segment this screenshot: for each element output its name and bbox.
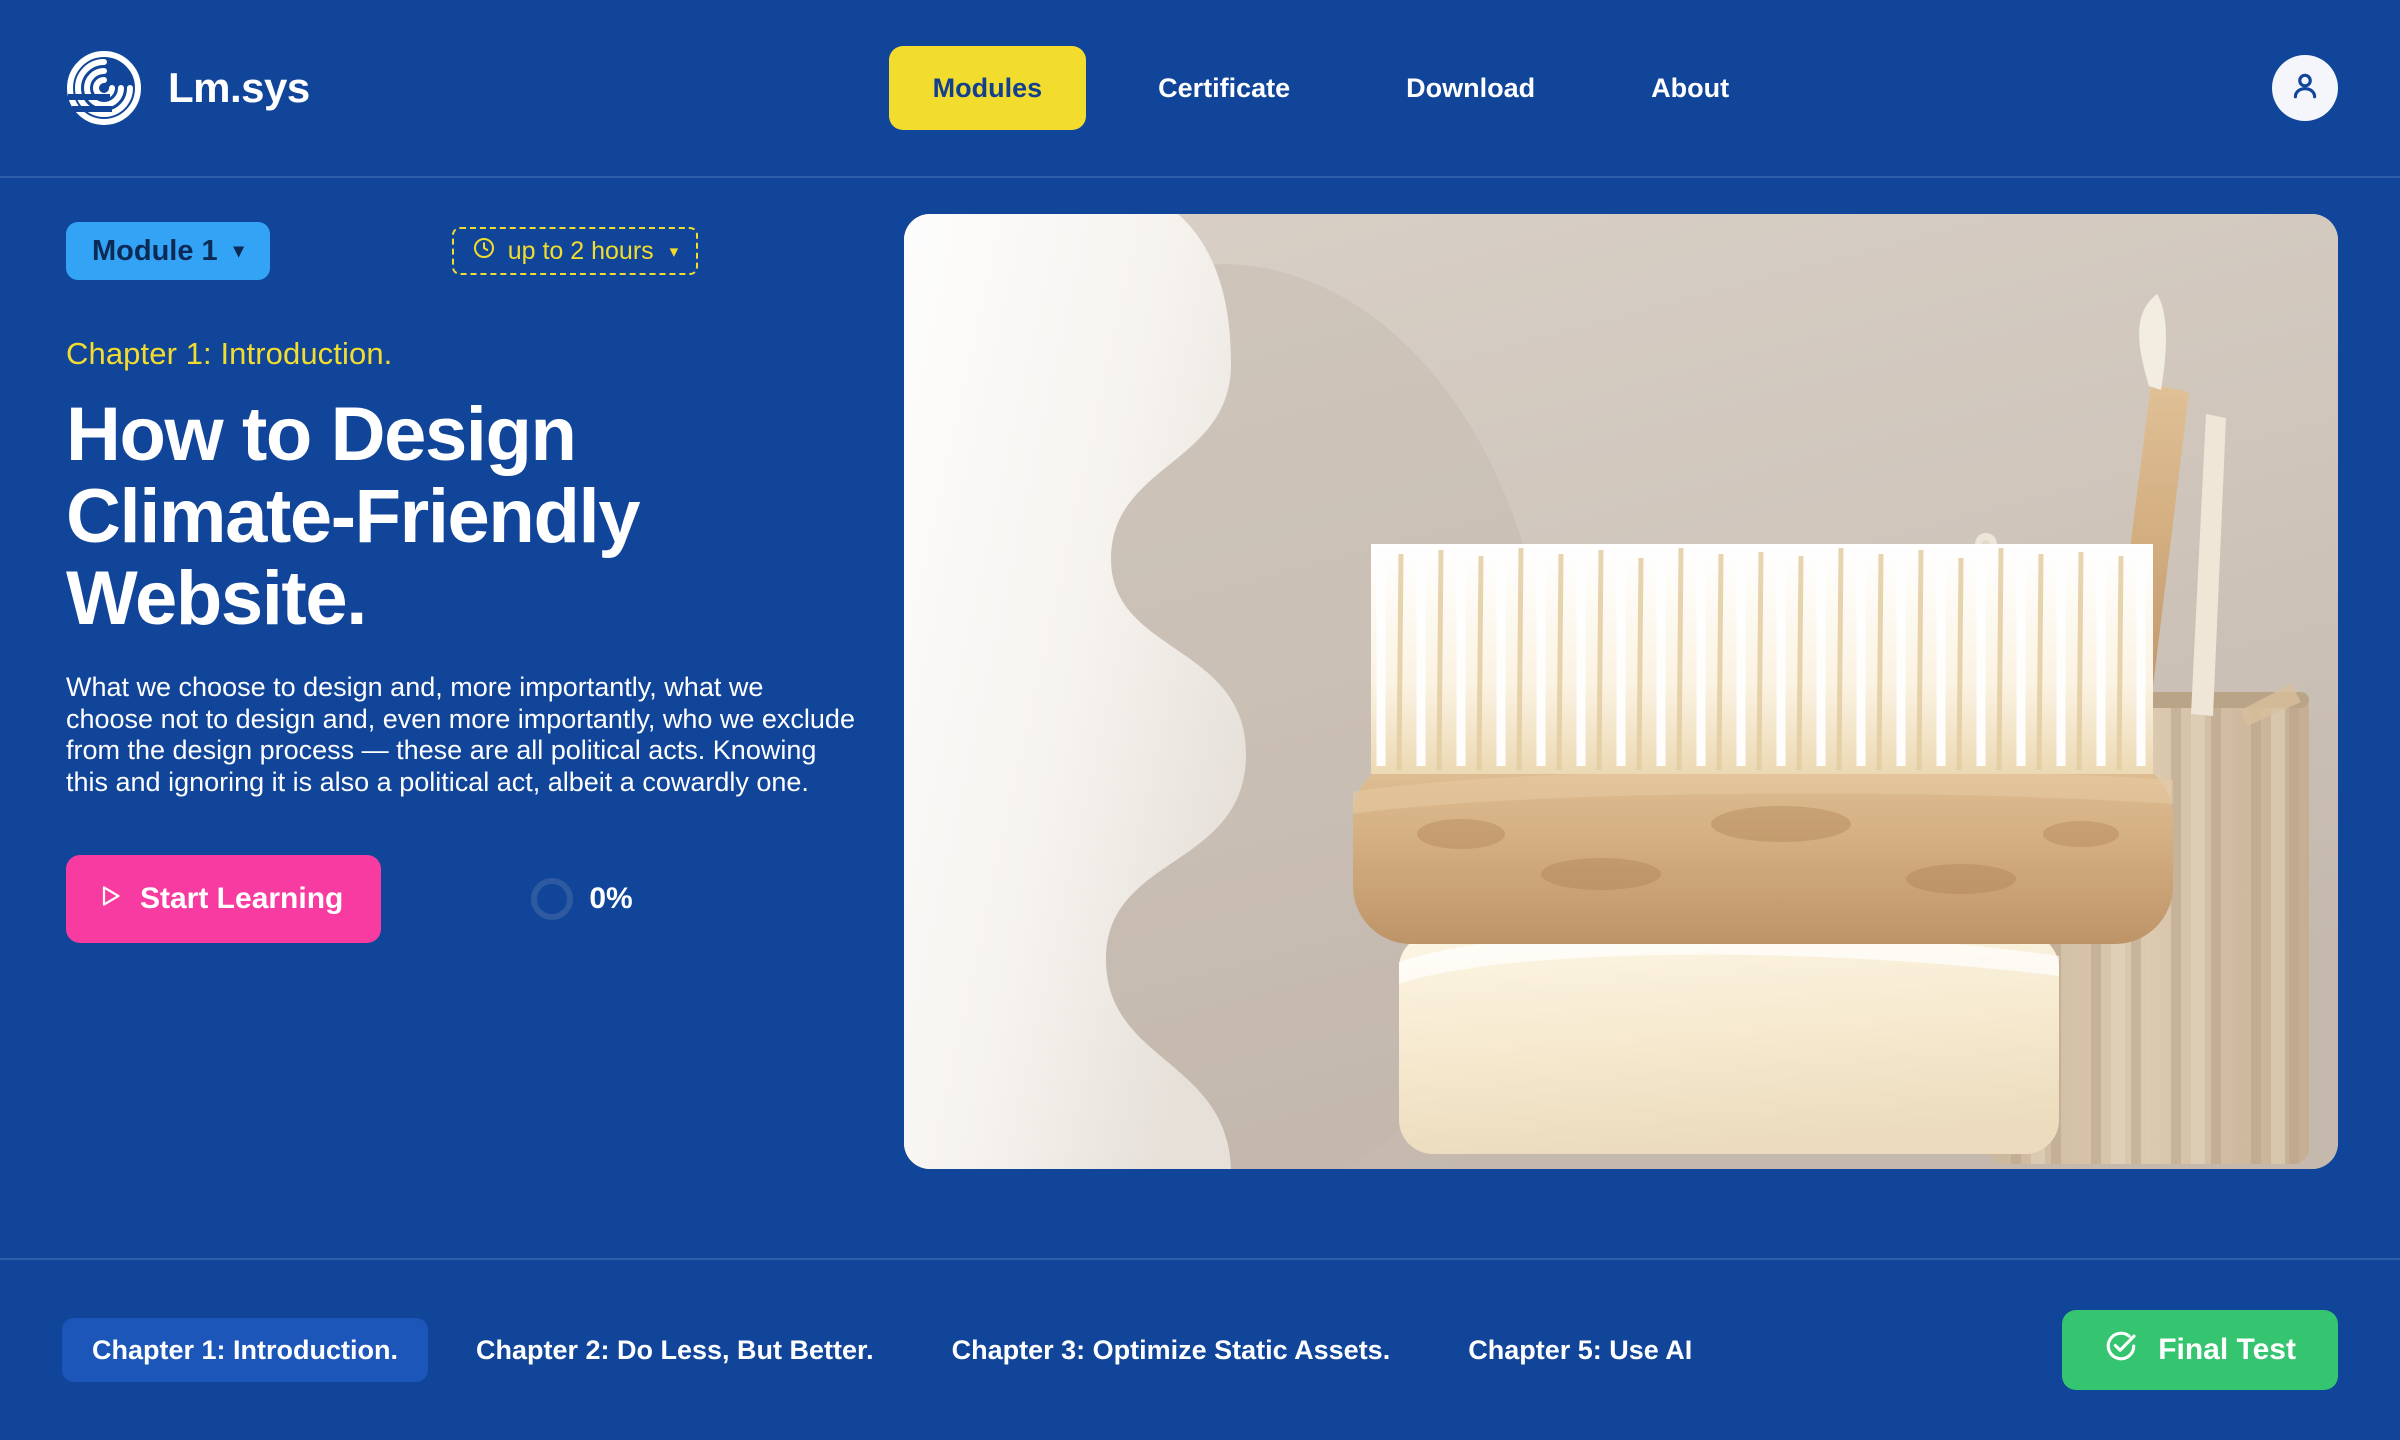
hero-illustration [904,214,2338,1169]
check-circle-icon [2104,1329,2138,1371]
final-test-button[interactable]: Final Test [2062,1310,2338,1390]
nav-item-about[interactable]: About [1607,46,1773,130]
page-title: How to Design Climate-Friendly Website. [66,392,640,642]
start-learning-button[interactable]: Start Learning [66,854,382,943]
hero-cta-row: Start Learning 0% [66,854,856,943]
duration-selector[interactable]: up to 2 hours ▾ [451,227,699,275]
module-selector[interactable]: Module 1 ▾ [66,222,270,280]
chevron-down-icon: ▾ [233,240,244,262]
clock-icon [472,236,496,267]
chapter-bar: Chapter 1: Introduction. Chapter 2: Do L… [0,1258,2400,1440]
chapter-item-5[interactable]: Chapter 5: Use AI [1438,1318,1722,1382]
app-header: Lm.sys Modules Certificate Download Abou… [0,0,2400,178]
brand-name: Lm.sys [168,64,310,111]
hero-description: What we choose to design and, more impor… [66,672,855,797]
hero-text-column: Module 1 ▾ up to 2 hours ▾ Chapter 1: In… [66,214,856,1258]
main-content: Module 1 ▾ up to 2 hours ▾ Chapter 1: In… [0,178,2400,1258]
play-icon [100,882,122,916]
hero-image [904,214,2338,1169]
brand[interactable]: Lm.sys [66,50,310,126]
nav-item-modules[interactable]: Modules [888,46,1087,130]
chapter-eyebrow: Chapter 1: Introduction. [66,336,393,371]
main-nav: Modules Certificate Download About [430,46,2232,130]
nav-item-download[interactable]: Download [1362,46,1579,130]
chapter-item-2[interactable]: Chapter 2: Do Less, But Better. [446,1318,904,1382]
progress-ring-icon [531,877,574,920]
user-avatar-button[interactable] [2272,55,2338,121]
progress-indicator: 0% [531,877,633,920]
chapter-list[interactable]: Chapter 1: Introduction. Chapter 2: Do L… [62,1260,2036,1440]
progress-percent: 0% [589,881,633,915]
user-avatar-icon [2287,68,2323,109]
chevron-down-icon: ▾ [669,241,679,261]
start-learning-label: Start Learning [140,881,344,915]
final-test-label: Final Test [2158,1333,2296,1366]
chapter-item-1[interactable]: Chapter 1: Introduction. [62,1318,428,1382]
hero-chip-row: Module 1 ▾ up to 2 hours ▾ [66,222,856,280]
duration-selector-label: up to 2 hours [507,236,654,265]
nav-item-certificate[interactable]: Certificate [1114,46,1334,130]
module-selector-label: Module 1 [92,235,218,267]
chapter-item-3[interactable]: Chapter 3: Optimize Static Assets. [922,1318,1421,1382]
spiral-logo-icon [66,50,142,126]
